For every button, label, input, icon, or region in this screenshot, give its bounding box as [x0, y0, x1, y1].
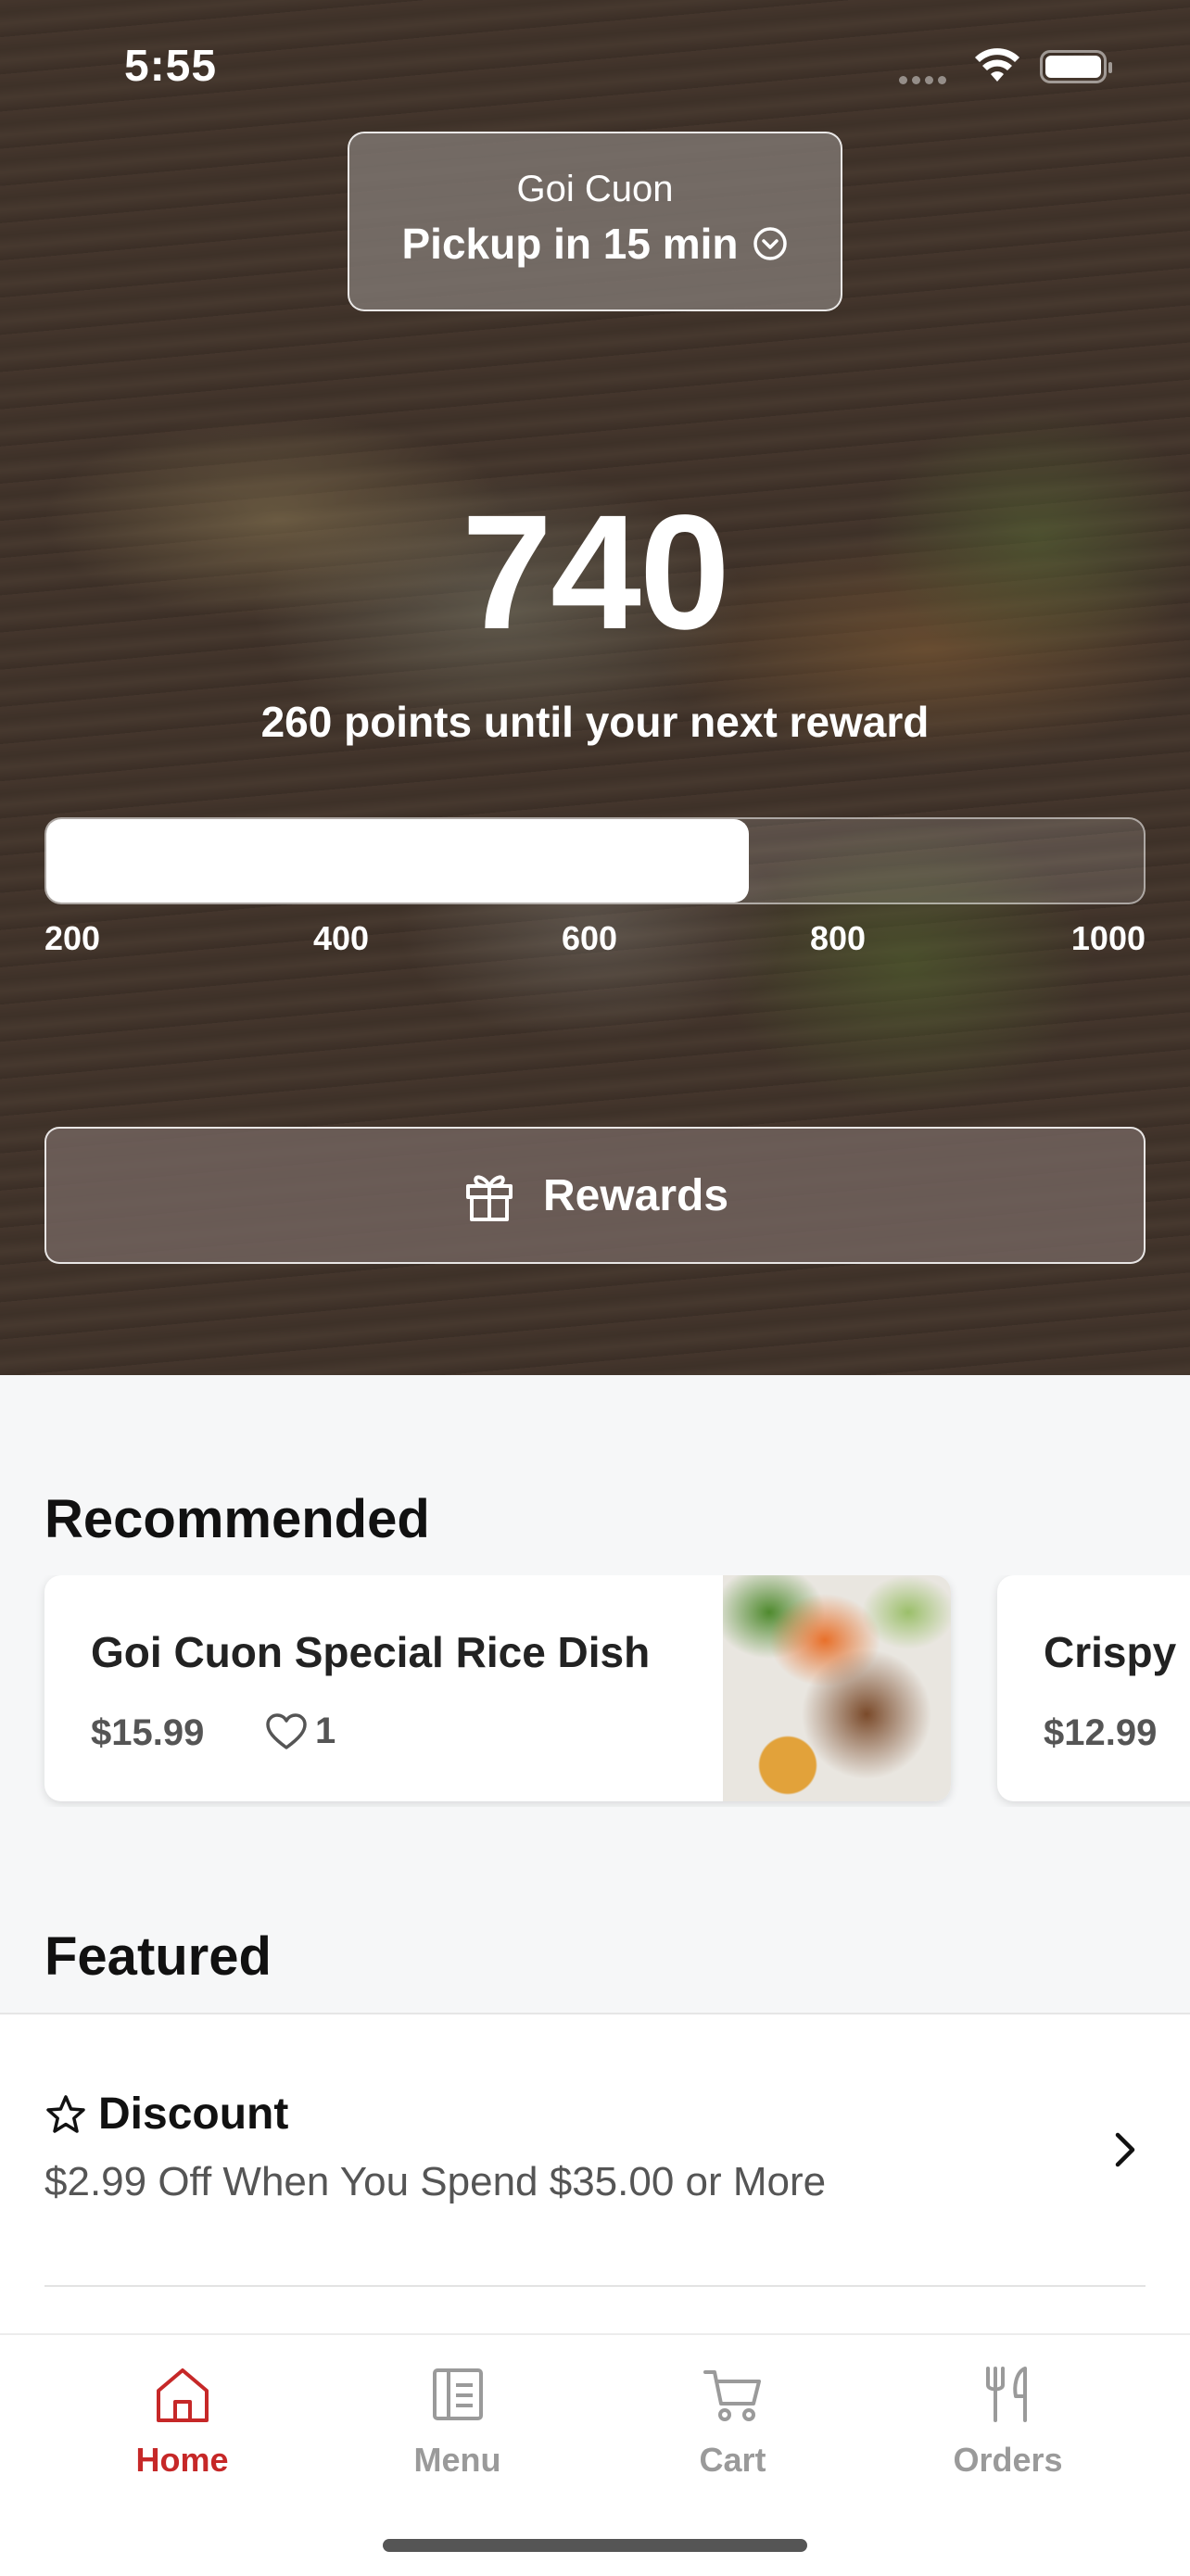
tick-label: 200	[44, 919, 101, 957]
item-price: $12.99	[1044, 1712, 1158, 1753]
store-name: Goi Cuon	[516, 169, 674, 209]
cellular-signal-icon	[899, 72, 951, 89]
orders-icon	[985, 2367, 1027, 2422]
tab-label: Home	[135, 2441, 229, 2479]
tab-orders[interactable]: Orders	[859, 2335, 1157, 2520]
featured-item-description: $2.99 Off When You Spend $35.00 or More	[44, 2159, 827, 2204]
tab-menu[interactable]: Menu	[309, 2335, 606, 2520]
item-price: $15.99	[91, 1712, 205, 1753]
item-name: Goi Cuon Special Rice Dish	[91, 1628, 651, 1676]
star-icon	[46, 2094, 85, 2133]
progress-ticks: 200 400 600 800 1000	[44, 919, 1146, 966]
pickup-time: Pickup in 15 min	[401, 220, 739, 268]
rewards-button[interactable]: Rewards	[44, 1127, 1146, 1264]
status-bar: 5:55	[0, 0, 1190, 130]
tab-cart[interactable]: Cart	[584, 2335, 881, 2520]
recommended-carousel[interactable]: Goi Cuon Special Rice Dish $15.99 1 Cris…	[0, 1575, 1190, 1807]
featured-list: Discount $2.99 Off When You Spend $35.00…	[0, 2013, 1190, 2339]
featured-item-title: Discount	[98, 2090, 289, 2139]
home-icon	[156, 2368, 209, 2422]
points-progress-bar	[44, 817, 1146, 904]
cart-icon	[703, 2370, 761, 2421]
rewards-button-label: Rewards	[542, 1170, 729, 1220]
heart-icon	[266, 1712, 307, 1749]
status-time: 5:55	[124, 42, 218, 91]
tick-label: 800	[810, 919, 867, 957]
points-subtitle: 260 points until your next reward	[260, 698, 930, 746]
home-indicator	[383, 2539, 807, 2552]
points-progress-fill	[46, 819, 749, 903]
tab-home[interactable]: Home	[33, 2335, 331, 2520]
likes-count: 1	[315, 1711, 336, 1751]
battery-icon	[1040, 50, 1112, 83]
item-image	[723, 1575, 951, 1801]
featured-item[interactable]: Discount $2.99 Off When You Spend $35.00…	[44, 2014, 1146, 2287]
points-balance: 740	[462, 482, 730, 663]
wifi-icon	[975, 48, 1019, 82]
recommended-card[interactable]: Goi Cuon Special Rice Dish $15.99 1	[44, 1575, 951, 1801]
tab-label: Orders	[953, 2441, 1063, 2479]
featured-heading: Featured	[44, 1926, 272, 1987]
tick-label: 400	[313, 919, 370, 957]
chevron-right-icon	[1115, 2132, 1135, 2167]
item-name: Crispy	[1044, 1628, 1177, 1676]
tick-label: 600	[562, 919, 618, 957]
menu-icon	[432, 2368, 483, 2420]
recommended-card[interactable]: Crispy $12.99	[997, 1575, 1190, 1801]
tab-label: Cart	[699, 2441, 766, 2479]
gift-icon	[465, 1175, 513, 1221]
recommended-heading: Recommended	[44, 1489, 430, 1549]
chevron-down-circle-icon	[753, 227, 787, 260]
tick-label: 1000	[1070, 919, 1146, 957]
location-selector[interactable]: Goi Cuon Pickup in 15 min	[348, 132, 842, 311]
item-likes[interactable]: 1	[265, 1711, 335, 1752]
tab-label: Menu	[413, 2441, 501, 2479]
